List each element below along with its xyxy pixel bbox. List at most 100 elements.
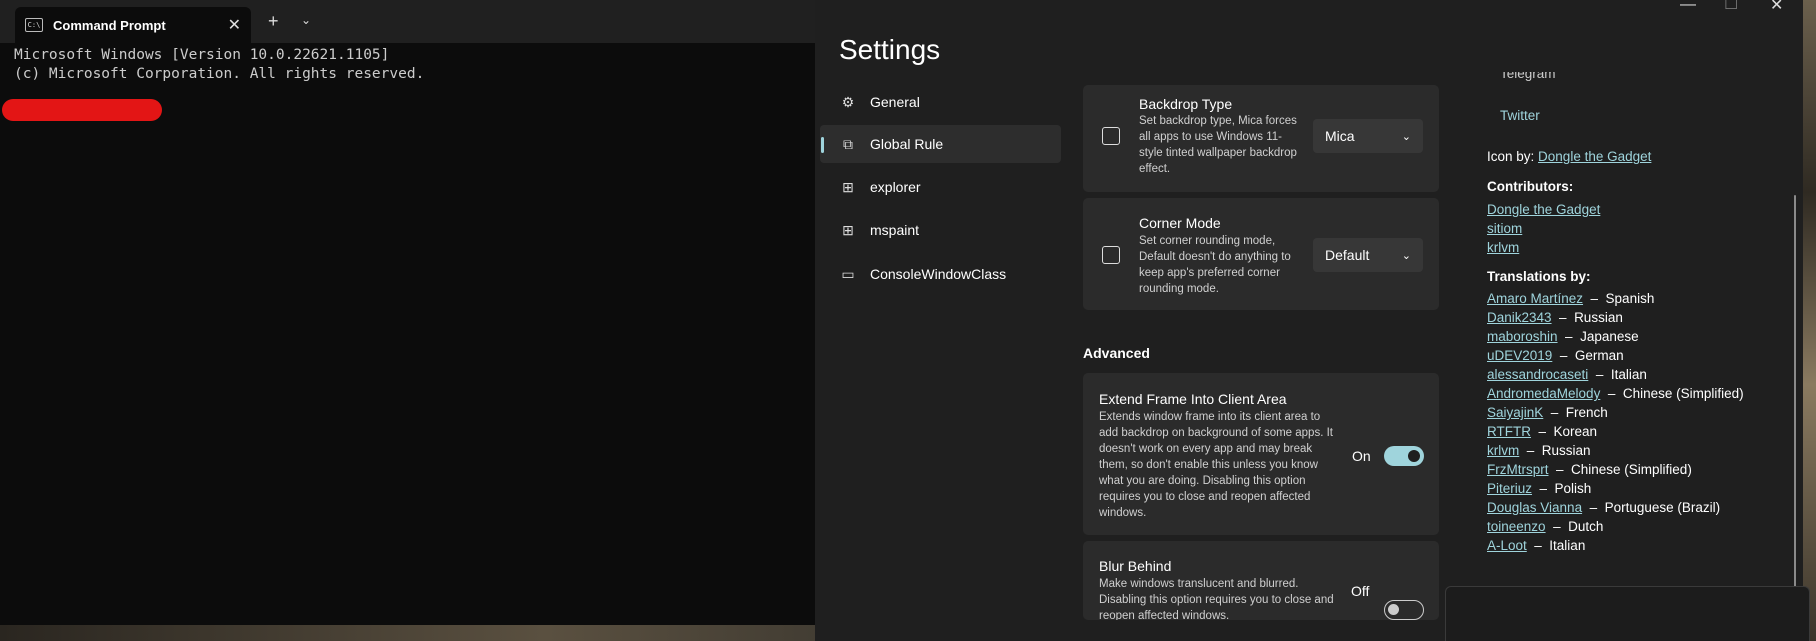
chevron-down-icon: ⌄ [1401, 249, 1411, 262]
translator-link[interactable]: RTFTR [1487, 424, 1531, 439]
card-description: Extends window frame into its client are… [1099, 411, 1333, 519]
icon-credit: Icon by: Dongle the Gadget [1487, 149, 1651, 164]
page-title: Settings [839, 34, 941, 65]
content-mask [1083, 620, 1439, 641]
translator-link[interactable]: uDEV2019 [1487, 348, 1552, 363]
nav-item-general[interactable]: ⚙ General [820, 83, 1061, 121]
separator: – [1600, 386, 1623, 401]
translator-link[interactable]: maboroshin [1487, 329, 1558, 344]
separator: – [1582, 500, 1605, 515]
backdrop-icon [1102, 127, 1120, 145]
separator: – [1545, 519, 1569, 534]
translator-link[interactable]: FrzMtrsprt [1487, 462, 1549, 477]
translation-row: RTFTR – Korean [1487, 424, 1597, 439]
nav-item-mspaint[interactable]: ⊞ mspaint [820, 211, 1061, 249]
advanced-heading: Advanced [1083, 345, 1150, 361]
close-tab-icon[interactable]: ✕ [228, 15, 241, 35]
backdrop-type-dropdown[interactable]: Mica ⌄ [1313, 119, 1423, 153]
contributors-heading: Contributors: [1487, 179, 1574, 194]
window-icon: ▭ [841, 266, 855, 282]
app-icon: ⊞ [842, 179, 854, 195]
translation-row: Douglas Vianna – Portuguese (Brazil) [1487, 500, 1720, 515]
card-description: Set corner rounding mode, Default doesn'… [1139, 235, 1291, 295]
translator-link[interactable]: Piteriuz [1487, 481, 1532, 496]
dropdown-value: Mica [1325, 128, 1355, 144]
separator: – [1551, 310, 1575, 325]
snap-overlay [1445, 586, 1810, 641]
separator: – [1548, 462, 1572, 477]
new-tab-button[interactable]: + [268, 11, 279, 32]
translation-row: maboroshin – Japanese [1487, 329, 1639, 344]
terminal-tab[interactable]: C:\ Command Prompt ✕ [15, 7, 251, 43]
translation-row: SaiyajinK – French [1487, 405, 1608, 420]
language-label: Italian [1549, 538, 1586, 553]
translator-link[interactable]: Douglas Vianna [1487, 500, 1582, 515]
nav-label: ConsoleWindowClass [870, 266, 1007, 282]
translator-link[interactable]: toineenzo [1487, 519, 1546, 534]
card-title: Corner Mode [1139, 215, 1221, 231]
redaction-mark [2, 99, 162, 121]
chevron-down-icon: ⌄ [1401, 130, 1411, 143]
nav-label: mspaint [870, 222, 920, 238]
contributor-link[interactable]: krlvm [1487, 240, 1519, 255]
card-title: Blur Behind [1099, 558, 1172, 574]
translator-link[interactable]: SaiyajinK [1487, 405, 1543, 420]
translator-link[interactable]: A-Loot [1487, 538, 1527, 553]
gear-icon: ⚙ [841, 94, 855, 110]
separator: – [1583, 291, 1606, 306]
windows-icon: ⧉ [843, 136, 853, 152]
language-label: Russian [1574, 310, 1623, 325]
nav-item-consolewindowclass[interactable]: ▭ ConsoleWindowClass [820, 255, 1061, 293]
extend-frame-toggle[interactable] [1384, 446, 1424, 466]
card-description: Set backdrop type, Mica forces all apps … [1139, 115, 1297, 175]
desktop-wallpaper-edge [1803, 0, 1816, 641]
language-label: Korean [1553, 424, 1598, 439]
translation-row: toineenzo – Dutch [1487, 519, 1603, 534]
scrollbar[interactable] [1794, 195, 1796, 635]
translator-link[interactable]: alessandrocaseti [1487, 367, 1588, 382]
translator-link[interactable]: Danik2343 [1487, 310, 1552, 325]
dropdown-value: Default [1325, 247, 1370, 263]
nav-label: General [870, 94, 920, 110]
contributor-link[interactable]: sitiom [1487, 221, 1522, 236]
language-label: Spanish [1605, 291, 1655, 306]
icon-author-link[interactable]: Dongle the Gadget [1538, 149, 1651, 164]
chevron-down-icon[interactable]: ⌄ [301, 13, 311, 27]
translation-row: AndromedaMelody – Chinese (Simplified) [1487, 386, 1744, 401]
translation-row: Amaro Martínez – Spanish [1487, 291, 1654, 306]
card-description: Make windows translucent and blurred. Di… [1099, 578, 1334, 620]
separator: – [1526, 538, 1550, 553]
translation-row: A-Loot – Italian [1487, 538, 1585, 553]
nav-item-explorer[interactable]: ⊞ explorer [820, 168, 1061, 206]
separator: – [1552, 348, 1575, 363]
corner-mode-dropdown[interactable]: Default ⌄ [1313, 238, 1423, 272]
card-title: Extend Frame Into Client Area [1099, 391, 1287, 407]
separator: – [1519, 443, 1542, 458]
translation-row: Piteriuz – Polish [1487, 481, 1591, 496]
translator-link[interactable]: Amaro Martínez [1487, 291, 1583, 306]
translation-row: alessandrocaseti – Italian [1487, 367, 1647, 382]
terminal-line: (c) Microsoft Corporation. All rights re… [14, 66, 425, 82]
terminal-line: Microsoft Windows [Version 10.0.22621.11… [14, 47, 390, 63]
language-label: Dutch [1568, 519, 1604, 534]
separator: – [1543, 405, 1566, 420]
selection-indicator [821, 137, 824, 153]
nav-label: Global Rule [870, 136, 944, 152]
blur-behind-toggle[interactable] [1384, 600, 1424, 620]
contributor-link[interactable]: Dongle the Gadget [1487, 202, 1600, 217]
translator-link[interactable]: krlvm [1487, 443, 1519, 458]
translator-link[interactable]: AndromedaMelody [1487, 386, 1600, 401]
translation-row: FrzMtrsprt – Chinese (Simplified) [1487, 462, 1692, 477]
separator: – [1532, 481, 1555, 496]
translations-heading: Translations by: [1487, 269, 1591, 284]
telegram-link[interactable]: Telegram [1500, 72, 1556, 84]
tab-title: Command Prompt [53, 17, 166, 33]
language-label: Russian [1541, 443, 1591, 458]
icon-by-label: Icon by: [1487, 149, 1535, 164]
header-spacer [1083, 0, 1803, 84]
separator: – [1557, 329, 1581, 344]
toggle-state-label: Off [1351, 583, 1370, 599]
nav-item-global-rule[interactable]: ⧉ Global Rule [820, 125, 1061, 163]
twitter-link[interactable]: Twitter [1500, 108, 1540, 123]
language-label: Portuguese (Brazil) [1604, 500, 1721, 515]
